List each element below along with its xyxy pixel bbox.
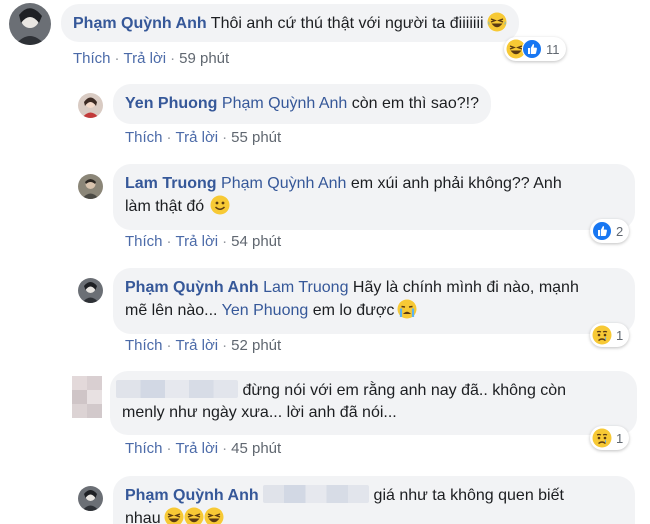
redacted-mention <box>263 485 370 503</box>
comment-actions: Thích · Trả lời · 55 phút <box>125 129 281 146</box>
comment-text: còn em thì sao?!? <box>347 95 479 112</box>
comment-author[interactable]: Phạm Quỳnh Anh <box>125 279 259 296</box>
avatar[interactable] <box>78 486 103 511</box>
comment-text: nhau <box>125 510 161 524</box>
smiling-emoji-icon <box>210 195 230 215</box>
laughing-emoji-icon <box>487 12 507 32</box>
separator: · <box>114 50 120 67</box>
reply-link[interactable]: Trả lời <box>176 233 219 250</box>
redacted-author-name <box>116 380 238 398</box>
separator: · <box>222 233 228 250</box>
mention-link[interactable]: Phạm Quỳnh Anh <box>222 95 347 112</box>
laughing-emoji-icon <box>164 507 184 524</box>
comment-text: Hãy là chính mình đi nào, mạnh <box>348 279 579 296</box>
comment-text: giá như ta không quen biết <box>369 487 564 504</box>
sad-reaction-icon <box>592 325 612 345</box>
mention-link[interactable]: Yen Phuong <box>222 302 309 319</box>
comment-bubble: Yen Phuong Phạm Quỳnh Anh còn em thì sao… <box>113 84 491 124</box>
reply-link[interactable]: Trả lời <box>124 50 167 67</box>
comment-author[interactable]: Lam Truong <box>125 175 217 192</box>
laughing-emoji-icon <box>204 507 224 524</box>
comment-timestamp[interactable]: 59 phút <box>179 50 229 67</box>
like-link[interactable]: Thích <box>125 440 163 457</box>
comment-timestamp[interactable]: 55 phút <box>231 129 281 146</box>
separator: · <box>170 50 176 67</box>
reply-link[interactable]: Trả lời <box>176 129 219 146</box>
mention-link[interactable]: Lam Truong <box>263 279 348 296</box>
reaction-summary[interactable]: 2 <box>590 219 630 243</box>
like-link[interactable]: Thích <box>73 50 111 67</box>
comment-timestamp[interactable]: 54 phút <box>231 233 281 250</box>
comment-text: đừng nói với em rằng anh nay đã.. không … <box>238 382 567 399</box>
reaction-count: 1 <box>616 430 624 446</box>
comment-bubble: Phạm Quỳnh Anh Lam Truong Hãy là chính m… <box>113 268 635 334</box>
comment-bubble: Phạm Quỳnh Anh giá như ta không quen biế… <box>113 476 635 524</box>
crying-emoji-icon <box>397 299 417 319</box>
avatar[interactable] <box>72 376 102 418</box>
reply-link[interactable]: Trả lời <box>176 337 219 354</box>
like-link[interactable]: Thích <box>125 337 163 354</box>
reaction-summary[interactable]: 11 <box>504 37 566 61</box>
comment-text: em xúi anh phải không?? Anh <box>346 175 562 192</box>
comment-text: Thôi anh cứ thú thật với người ta điiiii… <box>206 15 484 32</box>
comment-timestamp[interactable]: 45 phút <box>231 440 281 457</box>
comment-text: menly như ngày xưa... lời anh đã nói... <box>122 404 397 421</box>
avatar[interactable] <box>78 174 103 199</box>
like-reaction-icon <box>592 221 612 241</box>
sad-reaction-icon <box>592 428 612 448</box>
comment-actions: Thích · Trả lời · 54 phút <box>125 233 281 250</box>
like-link[interactable]: Thích <box>125 233 163 250</box>
comment-actions: Thích · Trả lời · 45 phút <box>125 440 281 457</box>
reaction-count: 11 <box>546 41 560 57</box>
comment-text: mẽ lên nào... <box>125 302 222 319</box>
laughing-emoji-icon <box>184 507 204 524</box>
separator: · <box>166 129 172 146</box>
separator: · <box>222 440 228 457</box>
comment-text: làm thật đó <box>125 198 205 215</box>
comment-actions: Thích · Trả lời · 52 phút <box>125 337 281 354</box>
separator: · <box>166 440 172 457</box>
comment-bubble: Phạm Quỳnh Anh Thôi anh cứ thú thật với … <box>61 4 519 42</box>
reaction-summary[interactable]: 1 <box>590 426 630 450</box>
comment-author[interactable]: Phạm Quỳnh Anh <box>73 15 207 32</box>
separator: · <box>166 233 172 250</box>
comment-bubble: đừng nói với em rằng anh nay đã.. không … <box>110 371 637 435</box>
comment-text: em lo được <box>308 302 395 319</box>
comment-author[interactable]: Yen Phuong <box>125 95 217 112</box>
separator: · <box>222 129 228 146</box>
reaction-count: 1 <box>616 327 624 343</box>
avatar[interactable] <box>78 93 103 118</box>
comment-timestamp[interactable]: 52 phút <box>231 337 281 354</box>
separator: · <box>166 337 172 354</box>
reaction-summary[interactable]: 1 <box>590 323 630 347</box>
comment-author[interactable]: Phạm Quỳnh Anh <box>125 487 259 504</box>
like-reaction-icon <box>522 39 542 59</box>
comment-actions: Thích · Trả lời · 59 phút <box>73 50 229 67</box>
separator: · <box>222 337 228 354</box>
comment-bubble: Lam Truong Phạm Quỳnh Anh em xúi anh phả… <box>113 164 635 230</box>
reply-link[interactable]: Trả lời <box>176 440 219 457</box>
avatar[interactable] <box>9 3 51 45</box>
avatar[interactable] <box>78 278 103 303</box>
reaction-count: 2 <box>616 223 624 239</box>
like-link[interactable]: Thích <box>125 129 163 146</box>
mention-link[interactable]: Phạm Quỳnh Anh <box>221 175 346 192</box>
